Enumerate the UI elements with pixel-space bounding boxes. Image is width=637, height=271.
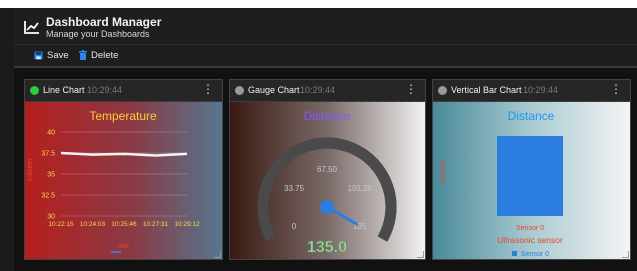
y-ticks: 40 37.5 35 32.5 30 [41,130,55,221]
delete-label: Delete [91,49,119,61]
grid [61,131,187,217]
y-tick-label: 35 [47,172,55,179]
x-tick-label: 10:22:15 [48,221,74,228]
gauge-tick-label: 33.75 [284,184,305,193]
x-tick-label: 10:27:31 [143,221,169,228]
save-button[interactable]: Save [34,48,69,62]
toolbar: Save Delete [14,44,637,67]
x-axis-label: Ultrasonic sensor [497,235,563,245]
gauge-tick-label: 0 [292,222,297,231]
top-strip [0,0,637,8]
bars [497,136,563,216]
chart-title: Distance [304,109,351,123]
x-axis-label: row [117,243,129,250]
kebab-menu-icon[interactable]: ⋮ [610,83,622,95]
gauge-chart: Distance 033.7567.50101.25135 135.0 [257,109,397,256]
save-icon [34,50,43,60]
legend-label: Sensor 0 [521,251,549,258]
line-chart-panel: Line Chart 10:29:44 ⋮ Temperature column… [24,79,223,260]
y-tick-label: 40 [47,130,55,137]
bar-chart: Distance column Sensor 0 Ultrasonic sens… [440,109,563,258]
status-dot [438,86,447,95]
gauge-value: 135.0 [307,239,347,256]
chart-title: Temperature [89,109,157,123]
gauge-ticks: 033.7567.50101.25135 [284,165,373,231]
x-ticks: 10:22:15 10:24:03 10:25:46 10:27:31 10:29:12 [48,221,200,228]
x-tick-label: Sensor 0 [516,225,544,232]
panel-title: Gauge Chart [248,85,300,95]
line-chart-body: Temperature column row 40 37.5 35 32.5 30 10… [25,102,222,259]
panel-timestamp: 10:29:44 [87,85,123,95]
gauge-tick-label: 67.50 [317,165,338,174]
status-dot [30,86,39,95]
x-tick-label: 10:25:46 [111,221,137,228]
delete-button[interactable]: Delete [79,48,118,62]
app-header: Dashboard Manager Manage your Dashboards [14,8,637,44]
y-tick-label: 30 [47,214,55,221]
resize-handle[interactable] [214,251,221,258]
kebab-menu-icon[interactable]: ⋮ [405,83,417,95]
bar-chart-panel: Vertical Bar Chart 10:29:44 ⋮ Distance c… [432,79,631,260]
panel-header[interactable]: Line Chart 10:29:44 ⋮ [25,80,222,102]
y-tick-label: 32.5 [41,193,55,200]
status-dot [235,86,244,95]
bar [497,136,563,216]
kebab-menu-icon[interactable]: ⋮ [202,83,214,95]
panel-timestamp: 10:29:44 [300,85,336,95]
gauge-chart-panel: Gauge Chart 10:29:44 ⋮ Distance 0 33.75 67… [229,79,426,260]
chart-logo-icon [24,21,39,34]
panel-header[interactable]: Gauge Chart 10:29:44 ⋮ [230,80,425,102]
page-subtitle: Manage your Dashboards [46,29,150,39]
x-tick-label: 10:29:12 [174,221,200,228]
panel-title: Vertical Bar Chart [451,85,522,95]
panel-title: Line Chart [43,85,85,95]
panel-header[interactable]: Vertical Bar Chart 10:29:44 ⋮ [433,80,630,102]
resize-handle[interactable] [417,251,424,258]
y-ticks [463,135,467,217]
bar-chart-body: Distance column Sensor 0 Ultrasonic sens… [433,102,630,259]
legend-swatch [512,251,517,256]
y-tick-label: 37.5 [41,151,55,158]
resize-handle[interactable] [622,251,629,258]
panel-timestamp: 10:29:44 [523,85,559,95]
gauge-chart-body: Distance 0 33.75 67.50 101.25 135 135.0 [230,102,425,259]
x-tick-label: 10:24:03 [80,221,106,228]
y-axis-label: column [440,161,447,184]
page-title: Dashboard Manager [46,15,162,29]
gauge-hub [320,200,334,214]
chart-title: Distance [508,109,555,123]
y-axis-label: column [27,159,34,182]
gauge-tick-label: 101.25 [348,184,373,193]
save-label: Save [47,49,69,61]
line-chart: Temperature column row 40 37.5 35 32.5 30 10… [27,109,200,253]
trash-icon [79,50,87,60]
